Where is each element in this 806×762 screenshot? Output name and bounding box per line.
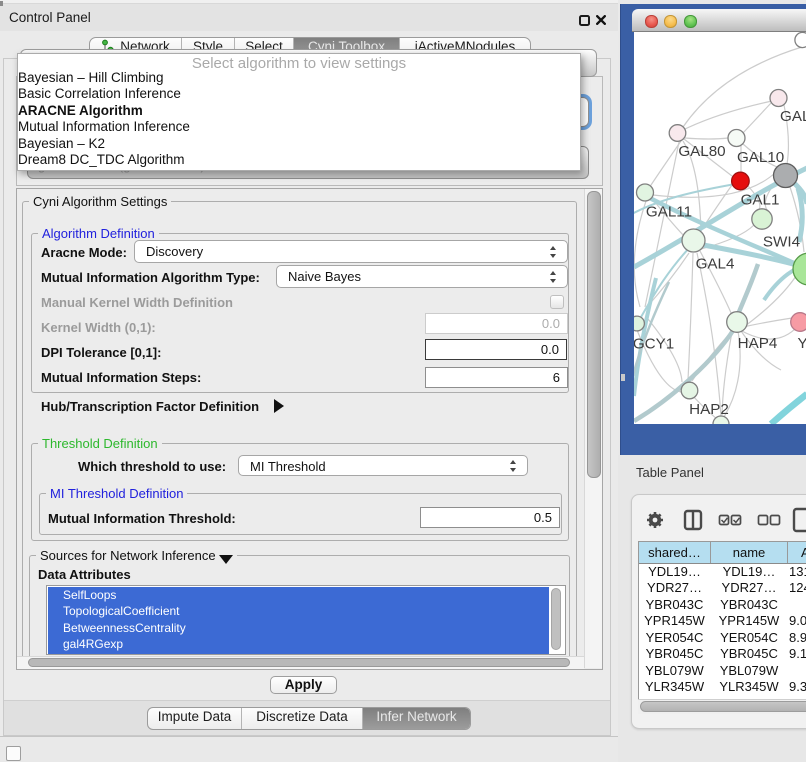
svg-text:GAL10: GAL10	[737, 149, 784, 166]
svg-text:GAL11: GAL11	[646, 204, 692, 221]
svg-text:YJ: YJ	[798, 335, 806, 352]
svg-text:HAP4: HAP4	[738, 335, 778, 352]
svg-text:GAL1: GAL1	[741, 192, 780, 209]
svg-text:HAP2: HAP2	[689, 401, 729, 418]
svg-text:GAL80: GAL80	[678, 143, 725, 160]
svg-text:GAL2: GAL2	[780, 108, 806, 125]
svg-text:SWI4: SWI4	[763, 234, 800, 251]
svg-text:GAL4: GAL4	[696, 256, 735, 273]
svg-text:GCY1: GCY1	[634, 336, 674, 353]
